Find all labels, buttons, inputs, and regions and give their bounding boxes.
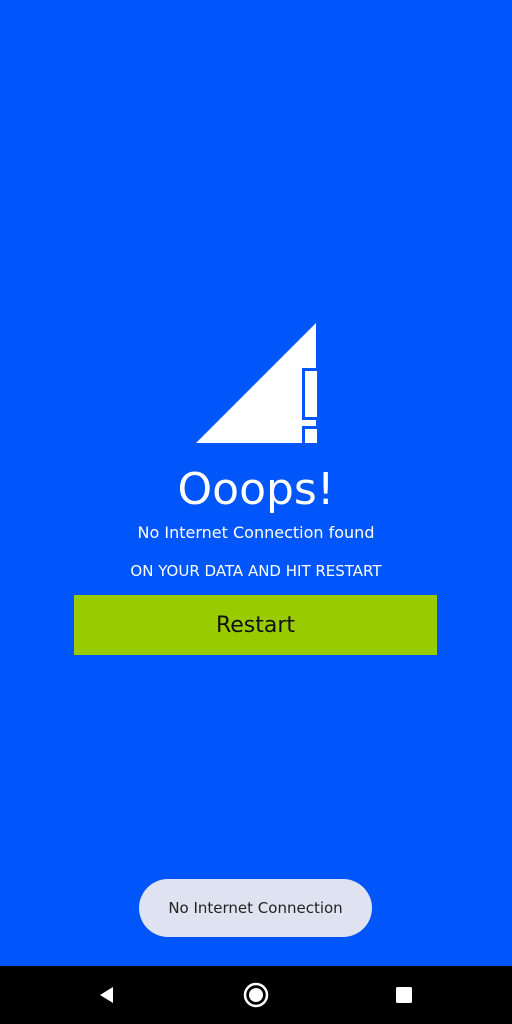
toast-notification: No Internet Connection (139, 879, 372, 937)
home-circle-icon (243, 982, 269, 1008)
no-connection-screen: Ooops! No Internet Connection found ON Y… (0, 0, 512, 966)
instruction-text: ON YOUR DATA AND HIT RESTART (130, 562, 382, 580)
home-button[interactable] (226, 966, 286, 1024)
recents-square-icon (396, 987, 412, 1003)
system-nav-bar (0, 966, 512, 1024)
restart-button[interactable]: Restart (74, 595, 437, 655)
error-message: No Internet Connection found (137, 523, 375, 542)
no-signal-icon (196, 323, 320, 444)
back-button[interactable] (77, 966, 137, 1024)
recents-button[interactable] (374, 966, 434, 1024)
back-triangle-icon (100, 987, 113, 1003)
page-title: Ooops! (177, 464, 335, 515)
